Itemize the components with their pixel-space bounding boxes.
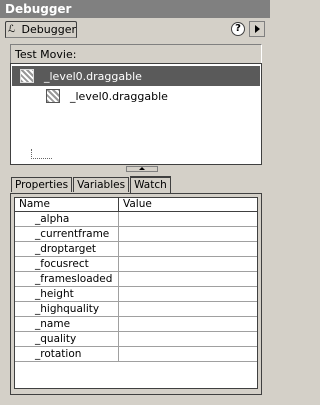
property-name-cell: _droptarget [15,242,119,256]
table-row[interactable]: _currentframe [15,227,257,242]
watch-grid: Name Value _alpha _currentframe _droptarge… [14,197,258,389]
property-name-cell: _quality [15,332,119,346]
pane-splitter[interactable] [10,165,262,173]
grid-header: Name Value [15,198,257,212]
table-row[interactable]: _droptarget [15,242,257,257]
property-value-cell[interactable] [119,317,257,331]
property-name-cell: _highquality [15,302,119,316]
tab-variables[interactable]: Variables [73,177,130,192]
property-value-cell[interactable] [119,302,257,316]
property-name-cell: _height [15,287,119,301]
debugger-tab-label: Debugger [21,23,76,36]
column-header-value[interactable]: Value [119,198,257,211]
tab-properties[interactable]: Properties [11,177,73,192]
property-value-cell[interactable] [119,347,257,361]
inspector-tabs: Properties Variables Watch [11,176,172,193]
table-row[interactable]: _quality [15,332,257,347]
watch-panel: Name Value _alpha _currentframe _droptarge… [10,193,262,395]
property-value-cell[interactable] [119,242,257,256]
property-value-cell[interactable] [119,287,257,301]
table-row[interactable]: _name [15,317,257,332]
panel-menu-arrow-icon[interactable] [249,21,265,37]
tree-item-child[interactable]: _level0.draggable [12,86,260,106]
tree-item-label: _level0.draggable [70,89,168,103]
movieclip-icon [20,69,34,83]
window-title: Debugger [0,0,270,18]
property-value-cell[interactable] [119,227,257,241]
display-list-tree: _level0.draggable _level0.draggable [10,63,262,165]
tree-item-root[interactable]: _level0.draggable [12,66,260,86]
table-row[interactable]: _framesloaded [15,272,257,287]
property-value-cell[interactable] [119,332,257,346]
table-row[interactable]: _focusrect [15,257,257,272]
tree-connector [31,149,52,159]
help-icon: ? [235,23,241,34]
property-value-cell[interactable] [119,212,257,226]
table-row[interactable]: _rotation [15,347,257,362]
movie-label: Test Movie: [10,44,262,64]
tree-item-label: _level0.draggable [44,69,142,83]
property-value-cell[interactable] [119,257,257,271]
tab-watch[interactable]: Watch [130,176,171,193]
property-name-cell: _framesloaded [15,272,119,286]
table-row[interactable]: _alpha [15,212,257,227]
table-row[interactable]: _height [15,287,257,302]
movieclip-icon [46,89,60,103]
property-name-cell: _focusrect [15,257,119,271]
property-name-cell: _alpha [15,212,119,226]
table-row[interactable]: _highquality [15,302,257,317]
debugger-panel-tab[interactable]: ℒ Debugger [5,21,77,38]
splitter-handle-icon[interactable] [126,166,158,172]
property-value-cell[interactable] [119,272,257,286]
help-button[interactable]: ? [231,22,245,36]
debugger-icon: ℒ [8,23,16,35]
panel-toolbar: ℒ Debugger ? [2,19,268,41]
property-name-cell: _rotation [15,347,119,361]
property-name-cell: _name [15,317,119,331]
property-name-cell: _currentframe [15,227,119,241]
column-header-name[interactable]: Name [15,198,119,211]
